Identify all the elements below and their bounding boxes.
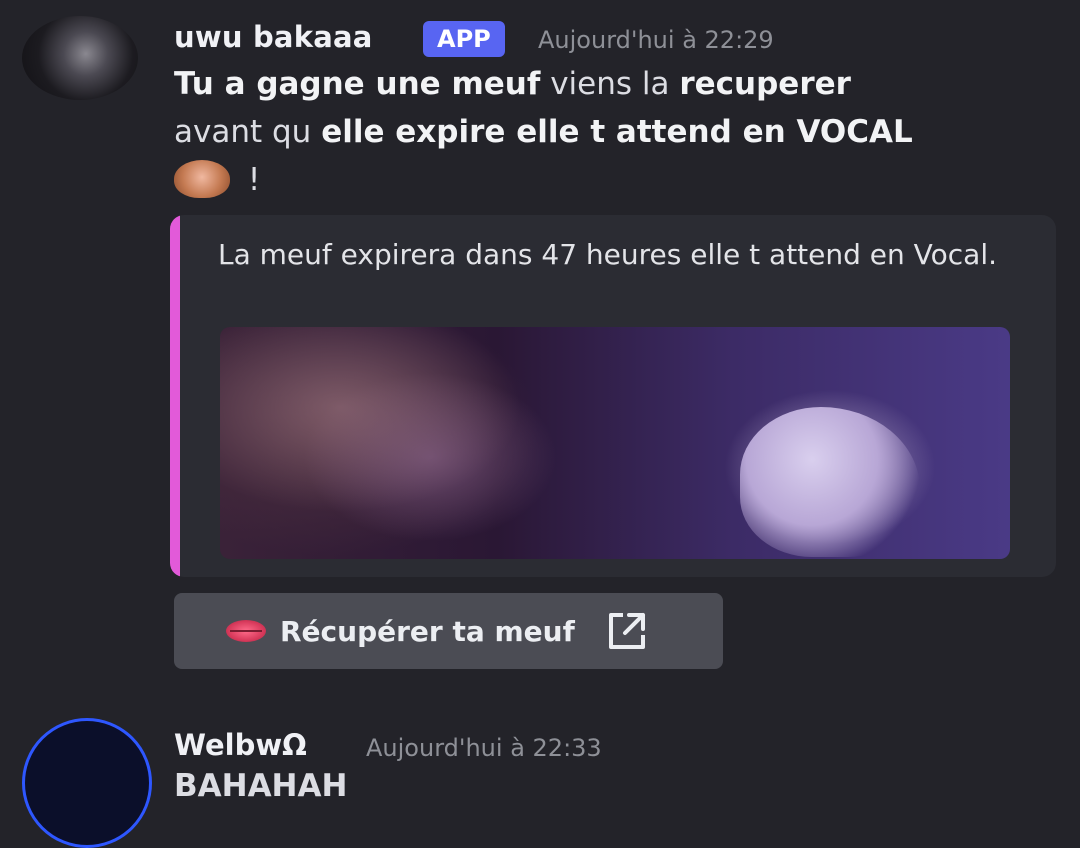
- lips-icon: [226, 620, 266, 642]
- embed-image[interactable]: [220, 327, 1010, 559]
- username[interactable]: uwu bakaaa: [174, 20, 373, 54]
- avatar[interactable]: [22, 16, 138, 100]
- message-text-2-body: BAHAHAH: [174, 768, 348, 804]
- message-text-bold-1: Tu a gagne une meuf: [174, 66, 541, 102]
- timestamp-2: Aujourd'hui à 22:33: [366, 734, 602, 762]
- embed-description: La meuf expirera dans 47 heures elle t a…: [218, 238, 998, 271]
- avatar-2[interactable]: [22, 718, 152, 848]
- recover-button[interactable]: Récupérer ta meuf: [174, 593, 723, 669]
- message-text-4: avant qu: [174, 114, 322, 150]
- app-badge: APP: [423, 21, 505, 57]
- message-text-end: !: [238, 162, 261, 198]
- timestamp: Aujourd'hui à 22:29: [538, 26, 774, 54]
- embed-card: La meuf expirera dans 47 heures elle t a…: [170, 215, 1056, 577]
- see-no-evil-monkey-icon: [174, 160, 230, 198]
- message-text: Tu a gagne une meuf viens la recuperer a…: [174, 60, 1064, 204]
- message-text-2: viens la: [540, 66, 680, 102]
- external-link-icon: [608, 613, 645, 649]
- embed-accent-bar: [170, 215, 180, 577]
- username-2[interactable]: WelbwΩ: [174, 728, 307, 762]
- recover-button-label: Récupérer ta meuf: [280, 614, 575, 648]
- embed-image-figure: [220, 327, 700, 559]
- message-text-bold-3: elle expire elle t attend en VOCAL: [321, 114, 913, 150]
- message-text-bold-2: recuperer: [679, 66, 851, 102]
- embed-image-plush: [740, 407, 920, 557]
